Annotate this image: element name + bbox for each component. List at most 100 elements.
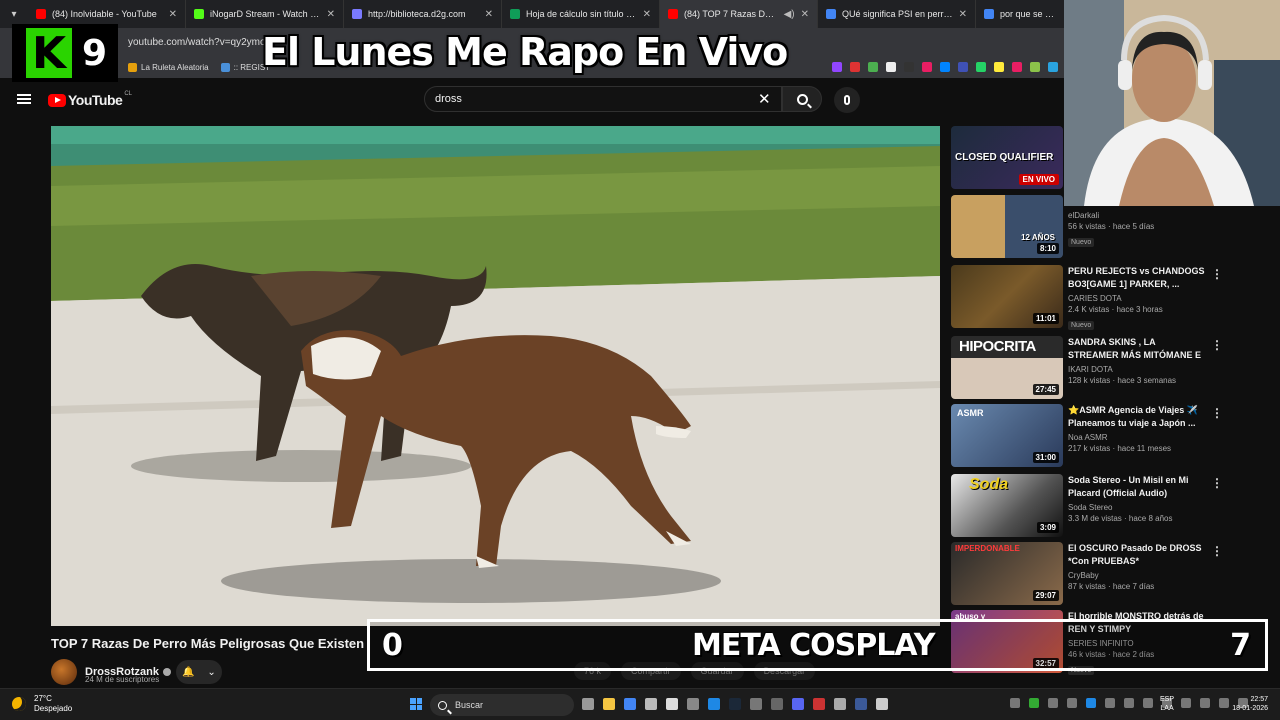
discord-icon[interactable] bbox=[792, 698, 804, 710]
tray-icon[interactable] bbox=[1143, 698, 1153, 708]
browser-tab[interactable]: por que se dice qu bbox=[976, 0, 1064, 28]
weather-widget[interactable]: 27°C Despejado bbox=[12, 694, 72, 714]
video-meta: Soda Stereo - Un Misil en Mi Placard (Of… bbox=[1068, 474, 1208, 523]
mute-tab-icon[interactable]: ◀) bbox=[784, 9, 795, 20]
channel-info[interactable]: DrossRotzank 24 M de suscriptores bbox=[51, 659, 171, 685]
video-thumbnail[interactable]: ASMR 31:00 bbox=[951, 404, 1063, 467]
video-item-title[interactable]: Soda Stereo - Un Misil en Mi Placard (Of… bbox=[1068, 474, 1208, 500]
app-icon[interactable] bbox=[666, 698, 678, 710]
tray-icon[interactable] bbox=[1200, 698, 1210, 708]
menu-icon[interactable] bbox=[17, 94, 31, 104]
video-thumbnail[interactable]: 11:01 bbox=[951, 265, 1063, 328]
start-button[interactable] bbox=[410, 698, 422, 710]
k9-logo-letter: K bbox=[26, 28, 72, 79]
app-icon[interactable] bbox=[645, 698, 657, 710]
recommended-video[interactable]: ASMR 31:00 ⭐ASMR Agencia de Viajes ✈️ Pl… bbox=[951, 404, 1280, 468]
video-thumbnail[interactable]: CLOSED QUALIFIER EN VIVO bbox=[951, 126, 1063, 189]
recommended-video[interactable]: IMPERDONABLE 29:07 El OSCURO Pasado De D… bbox=[951, 542, 1280, 606]
channel-avatar[interactable] bbox=[51, 659, 77, 685]
browser-tab[interactable]: QUé significa PSI en perros - B✕ bbox=[818, 0, 976, 28]
more-options-icon[interactable]: ⋮ bbox=[1211, 476, 1223, 490]
app-icon[interactable] bbox=[771, 698, 783, 710]
bookmark-icon[interactable] bbox=[886, 62, 896, 72]
language-indicator[interactable]: ESP LAA bbox=[1160, 695, 1174, 713]
clear-search-icon[interactable]: ✕ bbox=[758, 90, 771, 108]
voice-search-button[interactable] bbox=[834, 87, 860, 113]
close-tab-icon[interactable]: ✕ bbox=[485, 9, 493, 20]
tray-icon[interactable] bbox=[1029, 698, 1039, 708]
tray-icon[interactable] bbox=[1086, 698, 1096, 708]
bookmark-item[interactable]: La Ruleta Aleatoria bbox=[128, 62, 209, 72]
taskbar-search[interactable]: Buscar bbox=[430, 694, 574, 716]
tray-icon[interactable] bbox=[1067, 698, 1077, 708]
bookmark-icon[interactable] bbox=[958, 62, 968, 72]
close-tab-icon[interactable]: ✕ bbox=[327, 9, 335, 20]
goal-target-count: 7 bbox=[1230, 628, 1251, 663]
video-item-title[interactable]: SANDRA SKINS , LA STREAMER MÁS MITÓMANE … bbox=[1068, 336, 1208, 362]
tray-icon[interactable] bbox=[1010, 698, 1020, 708]
video-item-channel[interactable]: CryBaby bbox=[1068, 571, 1208, 580]
steam-icon[interactable] bbox=[729, 698, 741, 710]
file-explorer-icon[interactable] bbox=[603, 698, 615, 710]
recommended-video[interactable]: Soda 3:09 Soda Stereo - Un Misil en Mi P… bbox=[951, 474, 1280, 538]
video-meta: PERU REJECTS vs CHANDOGS BO3[GAME 1] PAR… bbox=[1068, 265, 1208, 332]
more-options-icon[interactable]: ⋮ bbox=[1211, 338, 1223, 352]
app-icon[interactable] bbox=[687, 698, 699, 710]
video-thumbnail[interactable]: Soda 3:09 bbox=[951, 474, 1063, 537]
app-icon[interactable] bbox=[876, 698, 888, 710]
more-options-icon[interactable]: ⋮ bbox=[1211, 267, 1223, 281]
task-view-icon[interactable] bbox=[582, 698, 594, 710]
app-icon[interactable] bbox=[834, 698, 846, 710]
browser-tab[interactable]: Hoja de cálculo sin título - Hoj ✕ bbox=[502, 0, 660, 28]
app-icon[interactable] bbox=[708, 698, 720, 710]
clock[interactable]: 22:57 18-01-2026 bbox=[1224, 695, 1268, 713]
video-item-title[interactable]: PERU REJECTS vs CHANDOGS BO3[GAME 1] PAR… bbox=[1068, 265, 1208, 291]
video-item-channel[interactable]: Noa ASMR bbox=[1068, 433, 1208, 442]
search-input[interactable]: dross bbox=[424, 86, 782, 112]
video-item-channel[interactable]: CARIES DOTA bbox=[1068, 294, 1208, 303]
app-icon[interactable] bbox=[813, 698, 825, 710]
search-button[interactable] bbox=[782, 86, 822, 112]
bookmark-icon[interactable] bbox=[1012, 62, 1022, 72]
tray-icon[interactable] bbox=[1181, 698, 1191, 708]
tray-icon[interactable] bbox=[1105, 698, 1115, 708]
url-text[interactable]: youtube.com/watch?v=qy2ymoKl bbox=[128, 37, 274, 48]
browser-tab-active[interactable]: (84) TOP 7 Razas De Perro I◀)✕ bbox=[660, 0, 818, 28]
more-options-icon[interactable]: ⋮ bbox=[1211, 544, 1223, 558]
app-icon[interactable] bbox=[855, 698, 867, 710]
video-item-title[interactable]: El OSCURO Pasado De DROSS *Con PRUEBAS* bbox=[1068, 542, 1208, 568]
telegram-icon[interactable] bbox=[1048, 62, 1058, 72]
video-item-title[interactable]: ⭐ASMR Agencia de Viajes ✈️ Planeamos tu … bbox=[1068, 404, 1208, 430]
notification-bell-button[interactable]: 🔔 ⌄ bbox=[176, 660, 222, 684]
recommended-video[interactable]: 11:01 PERU REJECTS vs CHANDOGS BO3[GAME … bbox=[951, 265, 1280, 332]
close-tab-icon[interactable]: ✕ bbox=[643, 9, 651, 20]
twitch-icon[interactable] bbox=[832, 62, 842, 72]
bookmark-icon[interactable] bbox=[994, 62, 1004, 72]
bookmark-icon[interactable] bbox=[922, 62, 932, 72]
video-item-channel[interactable]: Soda Stereo bbox=[1068, 503, 1208, 512]
video-item-channel[interactable]: IKARI DOTA bbox=[1068, 365, 1208, 374]
close-tab-icon[interactable]: ✕ bbox=[959, 9, 967, 20]
video-item-channel[interactable]: elDarkali bbox=[1068, 211, 1208, 220]
app-icon[interactable] bbox=[750, 698, 762, 710]
video-thumbnail[interactable]: IMPERDONABLE 29:07 bbox=[951, 542, 1063, 605]
video-player[interactable] bbox=[51, 126, 940, 626]
bookmark-icon[interactable] bbox=[904, 62, 914, 72]
browser-tab[interactable]: http://biblioteca.d2g.com ✕ bbox=[344, 0, 502, 28]
whatsapp-icon[interactable] bbox=[976, 62, 986, 72]
browser-tab[interactable]: iNogarD Stream - Watch Live o✕ bbox=[186, 0, 344, 28]
recommended-video[interactable]: HIPOCRITA 27:45 SANDRA SKINS , LA STREAM… bbox=[951, 336, 1280, 400]
video-thumbnail[interactable]: HIPOCRITA 27:45 bbox=[951, 336, 1063, 399]
close-tab-icon[interactable]: ✕ bbox=[801, 9, 809, 20]
tray-icon[interactable] bbox=[1124, 698, 1134, 708]
bookmark-icon[interactable] bbox=[850, 62, 860, 72]
messenger-icon[interactable] bbox=[940, 62, 950, 72]
video-thumbnail[interactable]: 12 AÑOS 8:10 bbox=[951, 195, 1063, 258]
chrome-icon[interactable] bbox=[624, 698, 636, 710]
youtube-logo[interactable]: YouTube CL bbox=[48, 91, 132, 108]
bookmark-icon[interactable] bbox=[868, 62, 878, 72]
more-options-icon[interactable]: ⋮ bbox=[1211, 406, 1223, 420]
close-tab-icon[interactable]: ✕ bbox=[169, 9, 177, 20]
tray-icon[interactable] bbox=[1048, 698, 1058, 708]
bookmark-icon[interactable] bbox=[1030, 62, 1040, 72]
